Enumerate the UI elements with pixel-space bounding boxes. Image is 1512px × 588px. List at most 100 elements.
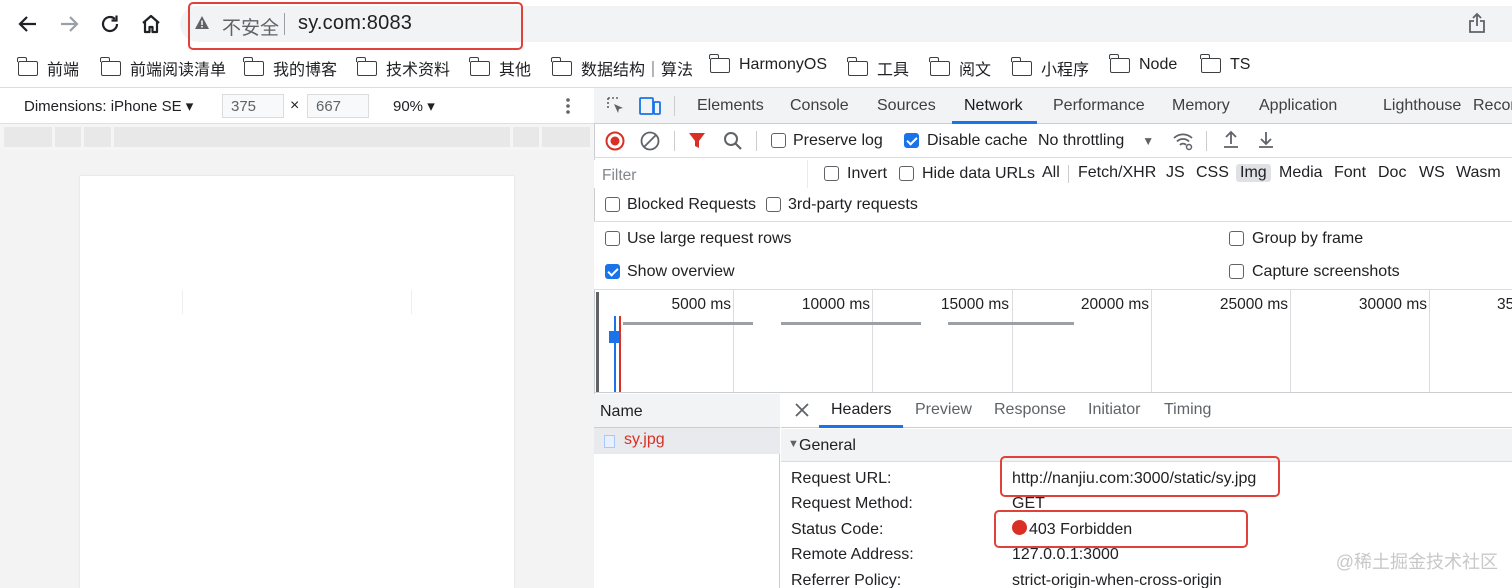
request-list: Name sy.jpg xyxy=(594,394,780,588)
large-rows-checkbox[interactable] xyxy=(605,231,620,246)
filter-toggle-button[interactable] xyxy=(688,132,706,150)
detail-tab-response[interactable]: Response xyxy=(994,401,1066,419)
bookmark-item[interactable]: 小程序 xyxy=(1011,56,1089,80)
timeline-bar xyxy=(781,322,921,325)
timeline-gridline xyxy=(1012,290,1013,392)
filter-type-font[interactable]: Font xyxy=(1334,164,1366,182)
detail-tab-headers[interactable]: Headers xyxy=(831,401,891,419)
back-button[interactable] xyxy=(12,8,44,40)
preserve-log-label: Preserve log xyxy=(793,132,883,149)
forward-button[interactable] xyxy=(53,8,85,40)
zoom-select[interactable]: 90% ▾ xyxy=(393,97,435,115)
bookmark-item[interactable]: HarmonyOS xyxy=(709,53,828,74)
filter-type-ws[interactable]: WS xyxy=(1419,164,1445,182)
tab-application[interactable]: Application xyxy=(1259,97,1337,115)
bookmark-item[interactable]: 数据结构｜算法 xyxy=(551,56,693,80)
detail-tab-preview[interactable]: Preview xyxy=(915,401,972,419)
tab-elements[interactable]: Elements xyxy=(697,97,764,115)
third-party-checkbox[interactable] xyxy=(766,197,781,212)
clear-button[interactable] xyxy=(640,131,660,151)
show-overview-checkbox[interactable] xyxy=(605,264,620,279)
throttling-select[interactable]: No throttling ▼ xyxy=(1038,132,1154,150)
filter-type-doc[interactable]: Doc xyxy=(1378,164,1406,182)
request-row[interactable]: sy.jpg xyxy=(594,428,780,454)
bookmark-item[interactable]: TS xyxy=(1200,53,1250,74)
ruler-segment[interactable] xyxy=(4,127,52,147)
device-width-input[interactable]: 375 xyxy=(222,94,284,118)
network-conditions-button[interactable] xyxy=(1172,131,1194,151)
share-button[interactable] xyxy=(1468,12,1486,34)
ruler-segment[interactable] xyxy=(542,127,590,147)
device-more-button[interactable] xyxy=(564,96,572,116)
device-dimensions-select[interactable]: Dimensions: iPhone SE ▾ xyxy=(24,97,193,115)
detail-tab-timing[interactable]: Timing xyxy=(1164,401,1211,419)
ruler-segment[interactable] xyxy=(513,127,539,147)
close-detail-button[interactable] xyxy=(795,403,809,417)
media-query-ruler[interactable] xyxy=(0,124,594,150)
filter-input[interactable]: Filter xyxy=(594,160,808,188)
detail-tab-initiator[interactable]: Initiator xyxy=(1088,401,1140,419)
capture-screenshots-label: Capture screenshots xyxy=(1252,263,1400,280)
bookmark-item[interactable]: 前端 xyxy=(17,56,79,80)
filter-type-js[interactable]: JS xyxy=(1166,164,1185,182)
blocked-requests-checkbox[interactable] xyxy=(605,197,620,212)
bookmark-item[interactable]: 工具 xyxy=(847,56,909,80)
filter-type-wasm[interactable]: Wasm xyxy=(1456,164,1501,182)
capture-screenshots-checkbox[interactable] xyxy=(1229,264,1244,279)
disable-cache-checkbox[interactable] xyxy=(904,133,919,148)
bookmark-item[interactable]: 阅文 xyxy=(929,56,991,80)
toolbar-divider xyxy=(756,131,757,151)
export-har-button[interactable] xyxy=(1257,130,1275,150)
bookmark-label: Node xyxy=(1139,56,1178,73)
bookmark-item[interactable]: 其他 xyxy=(469,56,531,80)
record-button[interactable] xyxy=(605,131,625,151)
reload-button[interactable] xyxy=(94,8,126,40)
folder-icon xyxy=(1011,56,1032,76)
filter-type-img[interactable]: Img xyxy=(1236,164,1271,182)
dom-content-loaded-line xyxy=(614,316,616,392)
tab-network[interactable]: Network xyxy=(964,97,1023,115)
inspect-element-button[interactable] xyxy=(606,96,626,116)
general-section-title: General xyxy=(799,437,856,454)
filter-type-css[interactable]: CSS xyxy=(1196,164,1229,182)
tab-sources[interactable]: Sources xyxy=(877,97,936,115)
folder-icon xyxy=(1109,53,1130,73)
tab-memory[interactable]: Memory xyxy=(1172,97,1230,115)
folder-icon xyxy=(243,56,264,76)
device-toggle-button[interactable] xyxy=(639,96,661,116)
hide-data-urls-checkbox[interactable] xyxy=(899,166,914,181)
bookmark-item[interactable]: 前端阅读清单 xyxy=(100,56,226,80)
emulated-page[interactable] xyxy=(80,176,514,588)
filter-type-media[interactable]: Media xyxy=(1279,164,1323,182)
ruler-segment[interactable] xyxy=(84,127,111,147)
invert-checkbox[interactable] xyxy=(824,166,839,181)
folder-icon xyxy=(17,56,38,76)
filter-type-all[interactable]: All xyxy=(1042,164,1060,182)
bookmark-item[interactable]: 我的博客 xyxy=(243,56,337,80)
watermark: @稀土掘金技术社区 xyxy=(1335,552,1498,572)
search-button[interactable] xyxy=(723,131,743,151)
toolbar-divider xyxy=(1206,131,1207,151)
bookmarks-bar: 前端 前端阅读清单 我的博客 技术资料 其他 数据结构｜算法 HarmonyOS… xyxy=(0,48,1512,88)
group-by-frame-checkbox[interactable] xyxy=(1229,231,1244,246)
bookmark-item[interactable]: Node xyxy=(1109,53,1178,74)
ruler-segment[interactable] xyxy=(55,127,81,147)
import-har-button[interactable] xyxy=(1222,130,1240,150)
bookmark-label: HarmonyOS xyxy=(739,56,828,73)
chevron-down-icon: ▼ xyxy=(1142,134,1155,148)
tab-recorder[interactable]: Recor xyxy=(1473,97,1512,115)
preserve-log-checkbox[interactable] xyxy=(771,133,786,148)
tab-performance[interactable]: Performance xyxy=(1053,97,1145,115)
filter-type-fetch-xhr[interactable]: Fetch/XHR xyxy=(1078,164,1156,182)
ruler-segment[interactable] xyxy=(114,127,510,147)
name-column-header[interactable]: Name xyxy=(600,403,643,421)
funnel-icon xyxy=(689,133,705,148)
tab-console[interactable]: Console xyxy=(790,97,849,115)
tab-lighthouse[interactable]: Lighthouse xyxy=(1383,97,1461,115)
bookmark-item[interactable]: 技术资料 xyxy=(356,56,450,80)
timeline-handle-left[interactable] xyxy=(596,292,599,392)
home-button[interactable] xyxy=(135,8,167,40)
timeline-gridline xyxy=(1151,290,1152,392)
large-rows-label: Use large request rows xyxy=(627,230,792,247)
device-height-input[interactable]: 667 xyxy=(307,94,369,118)
